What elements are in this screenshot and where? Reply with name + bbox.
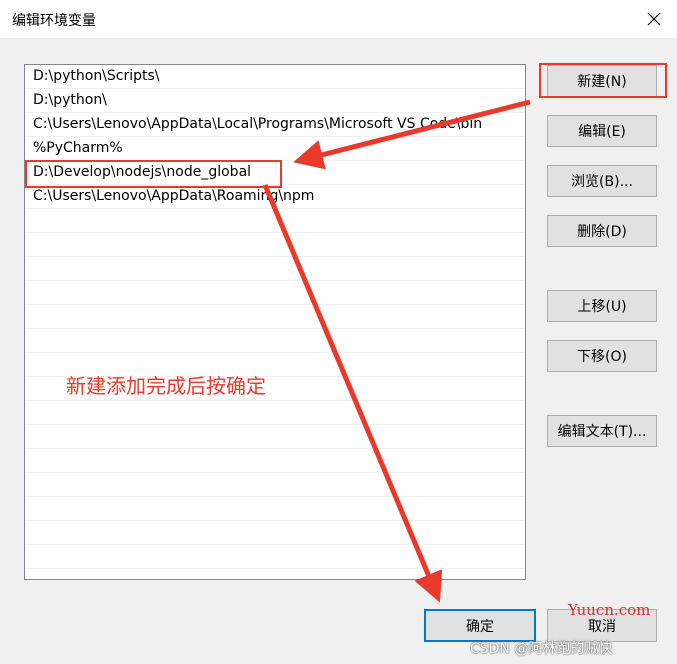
list-item[interactable]: C:\Users\Lenovo\AppData\Roaming\npm [25,185,525,209]
list-item-empty[interactable] [25,473,525,497]
edit-text-button[interactable]: 编辑文本(T)... [547,415,657,447]
list-item-empty[interactable] [25,329,525,353]
move-up-button[interactable]: 上移(U) [547,290,657,322]
close-icon [647,12,661,26]
list-item-empty[interactable] [25,305,525,329]
title-bar: 编辑环境变量 [0,0,677,38]
list-item[interactable]: D:\Develop\nodejs\node_global [25,161,525,185]
list-item-empty[interactable] [25,449,525,473]
watermark-author: CSDN @阿林跑的贼快 [470,641,613,657]
list-item-empty[interactable] [25,425,525,449]
list-item[interactable]: %PyCharm% [25,137,525,161]
list-item-text: D:\python\Scripts\ [33,68,160,84]
close-button[interactable] [631,0,677,38]
list-item[interactable]: D:\python\Scripts\ [25,65,525,89]
list-item-empty[interactable] [25,281,525,305]
list-item-text: D:\Develop\nodejs\node_global [33,164,252,180]
list-item-empty[interactable] [25,545,525,569]
list-item-text: D:\python\ [33,92,107,108]
list-item-empty[interactable] [25,233,525,257]
list-item-empty[interactable] [25,521,525,545]
list-item-text: C:\Users\Lenovo\AppData\Local\Programs\M… [33,116,483,132]
delete-button[interactable]: 删除(D) [547,215,657,247]
path-list[interactable]: D:\python\Scripts\ D:\python\ C:\Users\L… [24,64,526,580]
annotation-text: 新建添加完成后按确定 [66,374,266,398]
browse-button[interactable]: 浏览(B)... [547,165,657,197]
list-item-empty[interactable] [25,209,525,233]
list-item-text: C:\Users\Lenovo\AppData\Roaming\npm [33,188,315,204]
list-item-empty[interactable] [25,401,525,425]
list-item[interactable]: C:\Users\Lenovo\AppData\Local\Programs\M… [25,113,525,137]
watermark-site: Yuucn.com [568,601,651,619]
list-item[interactable]: D:\python\ [25,89,525,113]
list-item-empty[interactable] [25,257,525,281]
new-button[interactable]: 新建(N) [547,65,657,97]
list-item-text: %PyCharm% [33,140,123,156]
window-title: 编辑环境变量 [12,13,96,29]
move-down-button[interactable]: 下移(O) [547,340,657,372]
list-item-empty[interactable] [25,497,525,521]
edit-button[interactable]: 编辑(E) [547,115,657,147]
